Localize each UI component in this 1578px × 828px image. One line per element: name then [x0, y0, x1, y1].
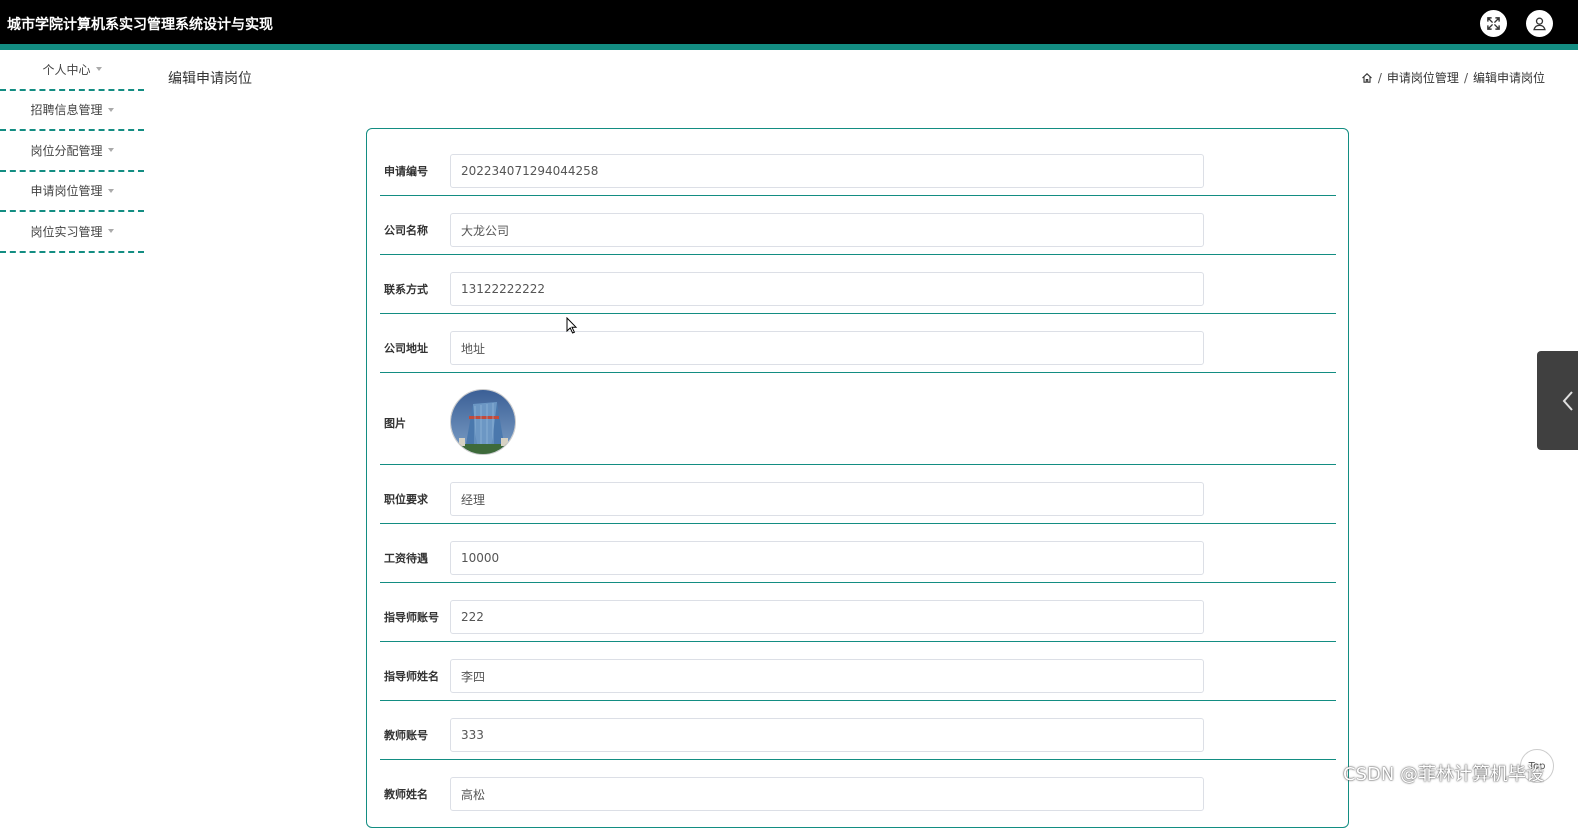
caret-down-icon [107, 188, 114, 193]
breadcrumb-separator: / [1377, 70, 1382, 85]
form-row: 教师姓名 [380, 760, 1336, 819]
form-row: 职位要求 [380, 465, 1336, 524]
user-menu-button[interactable] [1526, 10, 1553, 37]
chevron-left-icon [1562, 390, 1573, 411]
sidebar-item-position-application[interactable]: 申请岗位管理 [0, 172, 144, 212]
breadcrumb-item: 编辑申请岗位 [1472, 71, 1545, 85]
sidebar-item-personal-center[interactable]: 个人中心 [0, 50, 144, 91]
teacher-account-input[interactable] [450, 718, 1204, 752]
form-row: 图片 [380, 373, 1336, 465]
field-label: 公司地址 [384, 342, 428, 355]
mentor-account-input[interactable] [450, 600, 1204, 634]
application-number-input[interactable] [450, 154, 1204, 188]
form-row: 教师账号 [380, 701, 1336, 760]
edit-form: 申请编号 公司名称 联系方式 公司地址 图片 [366, 128, 1349, 828]
caret-down-icon [107, 107, 114, 112]
fullscreen-icon [1487, 17, 1500, 30]
salary-input[interactable] [450, 541, 1204, 575]
caret-down-icon [95, 67, 102, 72]
job-requirement-input[interactable] [450, 482, 1204, 516]
field-label: 指导师账号 [384, 611, 439, 624]
app-title: 城市学院计算机系实习管理系统设计与实现 [7, 17, 273, 33]
sidebar-item-label: 个人中心 [42, 62, 91, 77]
field-label: 工资待遇 [384, 552, 428, 565]
sidebar-item-recruitment[interactable]: 招聘信息管理 [0, 91, 144, 131]
form-row: 工资待遇 [380, 524, 1336, 583]
form-row: 指导师账号 [380, 583, 1336, 642]
company-address-input[interactable] [450, 331, 1204, 365]
contact-input[interactable] [450, 272, 1204, 306]
sidebar-item-label: 岗位分配管理 [30, 143, 103, 158]
form-row: 公司地址 [380, 314, 1336, 373]
breadcrumb: / 申请岗位管理 / 编辑申请岗位 [1361, 69, 1545, 86]
fullscreen-button[interactable] [1480, 10, 1507, 37]
field-label: 图片 [384, 417, 406, 430]
field-label: 申请编号 [384, 165, 428, 178]
breadcrumb-separator: / [1463, 70, 1468, 85]
caret-down-icon [107, 229, 114, 234]
form-row: 联系方式 [380, 255, 1336, 314]
sidebar-item-internship[interactable]: 岗位实习管理 [0, 212, 144, 253]
teacher-name-input[interactable] [450, 777, 1204, 811]
field-label: 职位要求 [384, 493, 428, 506]
field-label: 公司名称 [384, 224, 428, 237]
breadcrumb-item[interactable]: 申请岗位管理 [1387, 69, 1459, 86]
header-accent-bar [0, 44, 1578, 50]
company-name-input[interactable] [450, 213, 1204, 247]
field-label: 联系方式 [384, 283, 428, 296]
home-icon[interactable] [1361, 72, 1373, 84]
sidebar-item-position-assignment[interactable]: 岗位分配管理 [0, 131, 144, 172]
caret-down-icon [107, 148, 114, 153]
watermark: CSDN @菲林计算机毕设 [1343, 764, 1545, 785]
side-panel-toggle[interactable] [1537, 351, 1578, 450]
form-row: 申请编号 [380, 147, 1336, 196]
field-label: 教师姓名 [384, 788, 428, 801]
sidebar-item-label: 岗位实习管理 [30, 224, 103, 239]
form-row: 公司名称 [380, 196, 1336, 255]
sidebar-item-label: 招聘信息管理 [30, 103, 103, 118]
page-title: 编辑申请岗位 [168, 71, 252, 87]
sidebar: 个人中心 招聘信息管理 岗位分配管理 申请岗位管理 岗位实习管理 [0, 50, 144, 253]
form-row: 指导师姓名 [380, 642, 1336, 701]
mouse-cursor-icon [566, 317, 578, 334]
mentor-name-input[interactable] [450, 659, 1204, 693]
sidebar-item-label: 申请岗位管理 [30, 184, 103, 199]
field-label: 教师账号 [384, 729, 428, 742]
field-label: 指导师姓名 [384, 670, 439, 683]
user-icon [1533, 17, 1546, 31]
top-header: 城市学院计算机系实习管理系统设计与实现 [0, 0, 1578, 44]
company-photo[interactable] [450, 389, 516, 455]
